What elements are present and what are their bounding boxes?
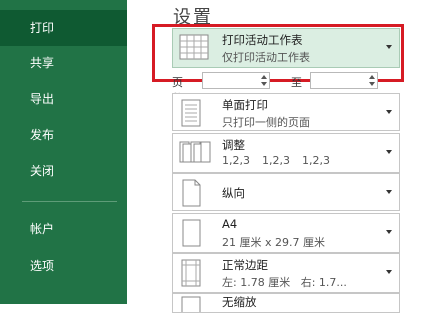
portrait-page-icon (179, 179, 203, 211)
print-sides-subtitle: 只打印一侧的页面 (222, 116, 310, 129)
scaling-icon (179, 296, 203, 316)
chevron-down-icon (386, 270, 392, 274)
chevron-down-icon (386, 110, 392, 114)
collate-dropdown[interactable]: 调整 1,2,3 1,2,3 1,2,3 (172, 133, 400, 173)
paper-icon (179, 219, 203, 251)
single-sided-page-icon (179, 99, 203, 131)
paper-size-dropdown[interactable]: A4 21 厘米 x 29.7 厘米 (172, 213, 400, 253)
orientation-dropdown[interactable]: 纵向 (172, 173, 400, 211)
paper-size-title: A4 (222, 217, 238, 231)
backstage-sidebar: 打印 共享 导出 发布 关闭 帐户 选项 (0, 0, 127, 304)
scaling-dropdown[interactable]: 无缩放 (172, 293, 400, 316)
chevron-down-icon (386, 150, 392, 154)
collated-pages-icon (179, 139, 211, 169)
orientation-title: 纵向 (222, 186, 245, 200)
sidebar-item-share[interactable]: 共享 (0, 45, 127, 81)
print-settings-panel: 设置 打印活动工作表 仅打印活动工作表 页数: 至 (127, 0, 428, 316)
margins-subtitle: 左: 1.78 厘米 右: 1.7... (222, 276, 347, 289)
sidebar-item-close[interactable]: 关闭 (0, 153, 127, 189)
sidebar-item-account[interactable]: 帐户 (0, 211, 127, 247)
scaling-title: 无缩放 (222, 295, 257, 309)
pages-to-spinner-icon[interactable] (369, 74, 375, 87)
sidebar-divider (22, 201, 117, 202)
print-sides-dropdown[interactable]: 单面打印 只打印一侧的页面 (172, 93, 400, 131)
margins-title: 正常边距 (222, 258, 268, 272)
chevron-down-icon (386, 230, 392, 234)
sidebar-item-export[interactable]: 导出 (0, 81, 127, 117)
sidebar-item-publish[interactable]: 发布 (0, 117, 127, 153)
paper-size-subtitle: 21 厘米 x 29.7 厘米 (222, 236, 325, 249)
chevron-down-icon (386, 190, 392, 194)
margins-icon (179, 259, 203, 291)
print-sides-title: 单面打印 (222, 98, 268, 112)
sidebar-item-print[interactable]: 打印 (0, 10, 127, 46)
pages-from-input[interactable] (202, 72, 270, 89)
margins-dropdown[interactable]: 正常边距 左: 1.78 厘米 右: 1.7... (172, 253, 400, 293)
collate-subtitle: 1,2,3 1,2,3 1,2,3 (222, 154, 330, 167)
pages-from-spinner-icon[interactable] (261, 74, 267, 87)
collate-title: 调整 (222, 138, 245, 152)
sidebar-item-options[interactable]: 选项 (0, 248, 127, 284)
pages-to-label: 至 (291, 76, 302, 89)
pages-to-input[interactable] (310, 72, 378, 89)
